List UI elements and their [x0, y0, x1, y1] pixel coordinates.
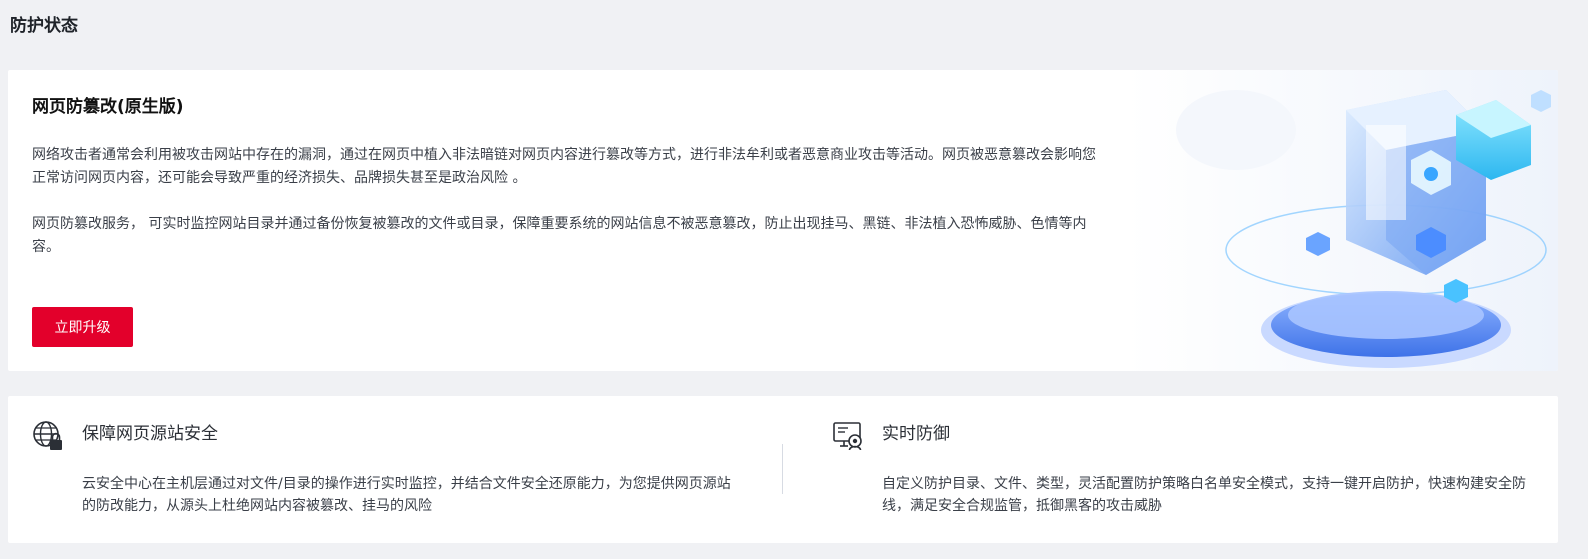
globe-lock-icon — [33, 421, 62, 450]
monitor-shield-icon — [833, 422, 862, 451]
feature-card: 保障网页源站安全 云安全中心在主机层通过对文件/目录的操作进行实时监控，并结合文… — [8, 396, 1558, 543]
hero-service-description: 网页防篡改服务， 可实时监控网站目录并通过备份恢复被篡改的文件或目录，保障重要系… — [32, 216, 1087, 255]
feature-description: 自定义防护目录、文件、类型，灵活配置防护策略白名单安全模式，支持一键开启防护，快… — [882, 476, 1526, 514]
upgrade-now-button[interactable]: 立即升级 — [32, 307, 133, 347]
hero-description: 网络攻击者通常会利用被攻击网站中存在的漏洞，通过在网页中植入非法暗链对网页内容进… — [32, 147, 1096, 186]
feature-description: 云安全中心在主机层通过对文件/目录的操作进行实时监控，并结合文件安全还原能力，为… — [82, 476, 731, 514]
hero-card: 网页防篡改(原生版) 网络攻击者通常会利用被攻击网站中存在的漏洞，通过在网页中植… — [8, 70, 1558, 371]
divider — [782, 444, 783, 494]
feature-title: 实时防御 — [882, 424, 950, 444]
hero-title: 网页防篡改(原生版) — [32, 97, 184, 117]
feature-title: 保障网页源站安全 — [82, 424, 218, 444]
page-title: 防护状态 — [10, 16, 78, 36]
feature-realtime-defense: 实时防御 自定义防护目录、文件、类型，灵活配置防护策略白名单安全模式，支持一键开… — [808, 396, 1558, 543]
hero-illustration — [1126, 70, 1558, 371]
feature-source-security: 保障网页源站安全 云安全中心在主机层通过对文件/目录的操作进行实时监控，并结合文… — [8, 396, 778, 543]
